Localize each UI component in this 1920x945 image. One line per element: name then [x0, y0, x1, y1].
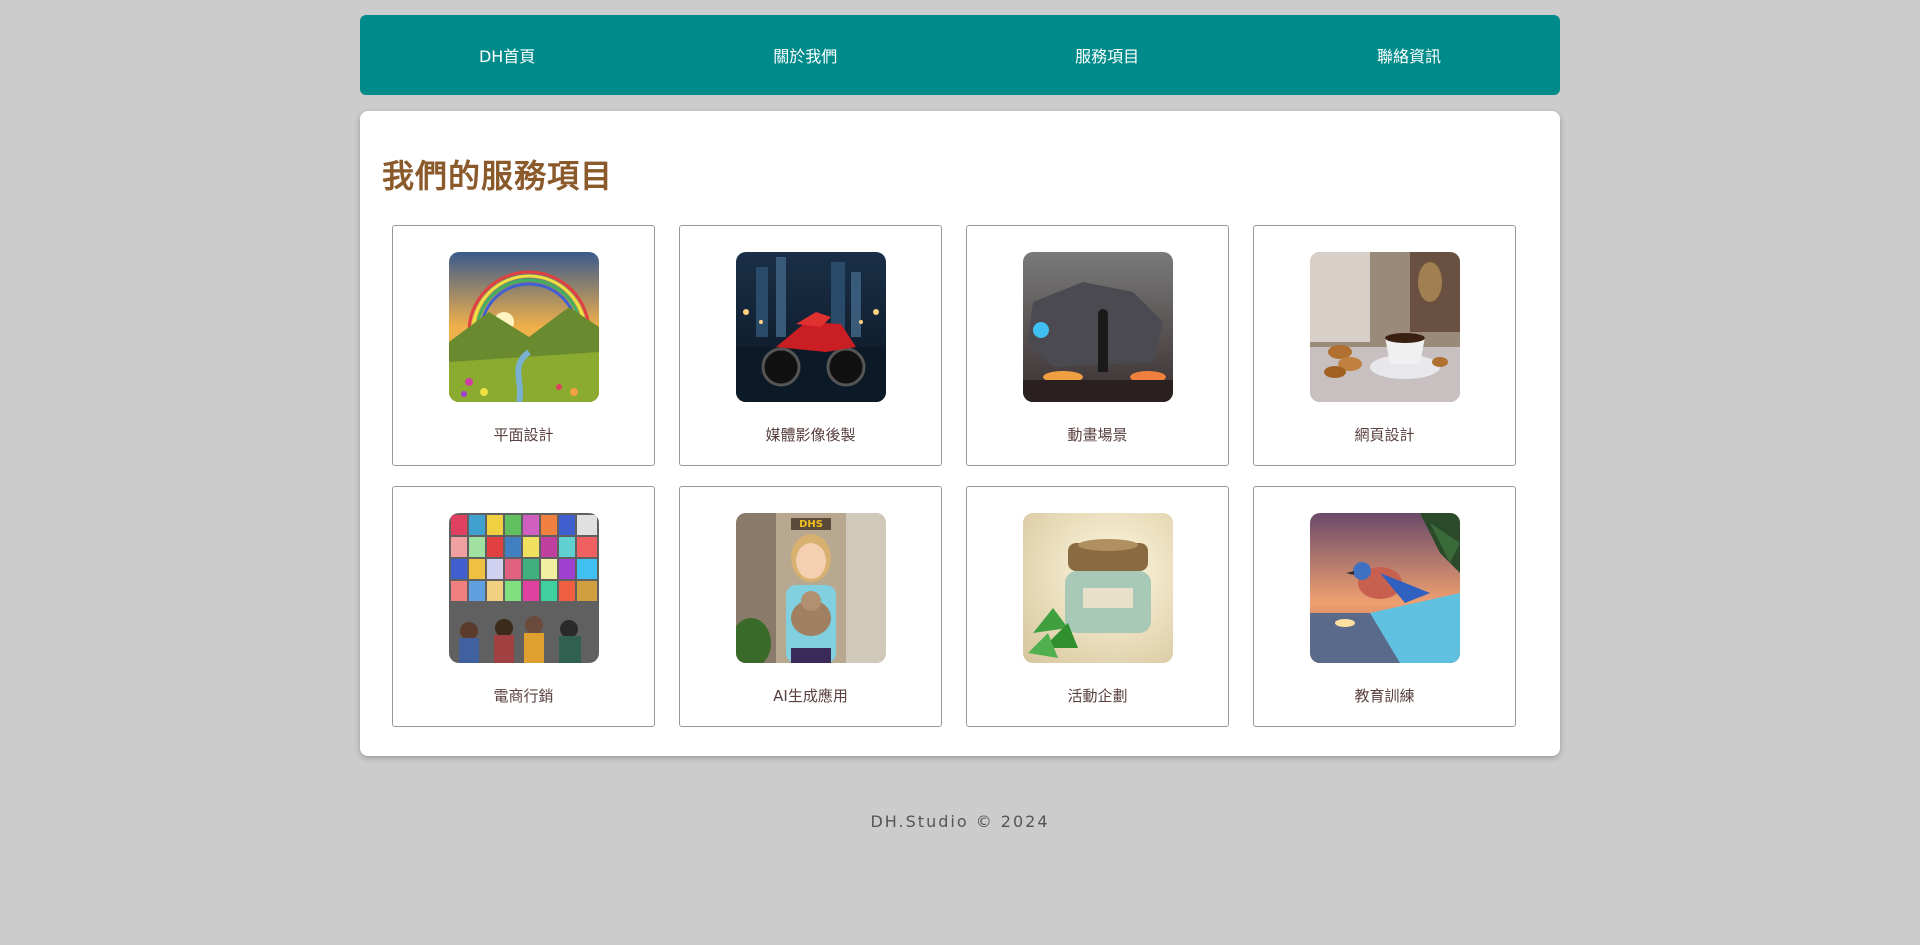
service-label: 平面設計 [493, 426, 554, 444]
service-label: 媒體影像後製 [765, 426, 856, 444]
scifi-mech-scene-image [1022, 252, 1173, 402]
services-panel: 我們的服務項目 平面設計 媒體影像後製 動畫場景 網頁設計 電商行銷 DHS A… [360, 111, 1560, 756]
service-card-graphic-design[interactable]: 平面設計 [392, 225, 655, 466]
service-label: 網頁設計 [1354, 426, 1415, 444]
services-grid: 平面設計 媒體影像後製 動畫場景 網頁設計 電商行銷 DHS AI生成應用 活動… [392, 225, 1516, 727]
service-card-animation-scene[interactable]: 動畫場景 [966, 225, 1229, 466]
footer-copyright: DH.Studio © 2024 [870, 812, 1050, 831]
svg-text:DHS: DHS [799, 519, 823, 530]
service-card-ai-generation[interactable]: DHS AI生成應用 [679, 486, 942, 727]
service-label: 教育訓練 [1354, 687, 1415, 705]
coffee-cookies-image [1309, 252, 1460, 402]
page-container: DH首頁 關於我們 服務項目 聯絡資訊 我們的服務項目 平面設計 媒體影像後製 … [360, 15, 1560, 756]
nav-services-link[interactable]: 服務項目 [1063, 35, 1151, 75]
top-navbar: DH首頁 關於我們 服務項目 聯絡資訊 [360, 15, 1560, 95]
service-card-education-training[interactable]: 教育訓練 [1253, 486, 1516, 727]
cosmetic-jar-mint-image [1022, 513, 1173, 663]
poster-wall-crowd-image [448, 513, 599, 663]
service-card-ecommerce-marketing[interactable]: 電商行銷 [392, 486, 655, 727]
service-card-media-post-production[interactable]: 媒體影像後製 [679, 225, 942, 466]
service-label: AI生成應用 [773, 687, 848, 705]
nav-about-link[interactable]: 關於我們 [761, 35, 849, 75]
red-motorcycle-image [735, 252, 886, 402]
rainbow-valley-image [448, 252, 599, 402]
bird-sunset-image [1309, 513, 1460, 663]
service-label: 電商行銷 [493, 687, 554, 705]
nav-contact-link[interactable]: 聯絡資訊 [1365, 35, 1453, 75]
service-card-event-planning[interactable]: 活動企劃 [966, 486, 1229, 727]
service-card-web-design[interactable]: 網頁設計 [1253, 225, 1516, 466]
service-label: 活動企劃 [1067, 687, 1128, 705]
nav-home-link[interactable]: DH首頁 [467, 35, 547, 75]
page-title: 我們的服務項目 [382, 157, 614, 195]
girl-holding-cat-image: DHS [735, 513, 886, 663]
service-label: 動畫場景 [1067, 426, 1128, 444]
